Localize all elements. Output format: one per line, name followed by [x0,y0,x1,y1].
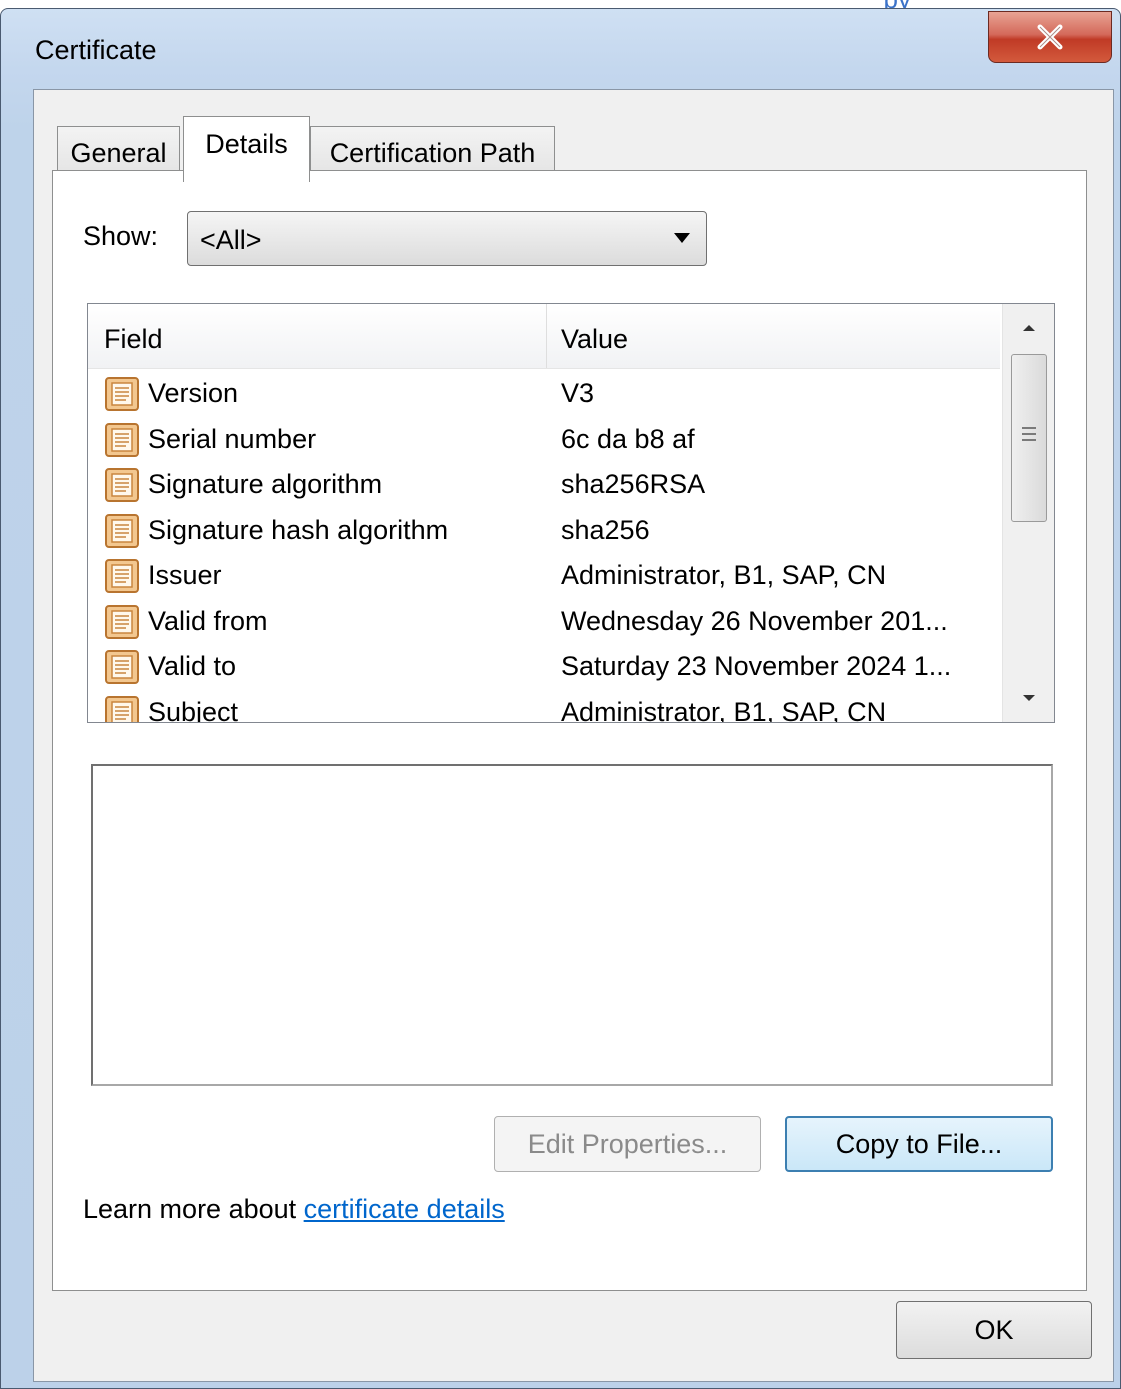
certificate-field-icon [105,695,139,722]
details-panel: Show: <All> Field Value Version V3 Seria… [52,170,1087,1291]
scrollbar-thumb[interactable] [1011,354,1047,522]
grip-line [1022,433,1036,435]
close-icon [1037,24,1063,50]
certificate-field-icon [105,650,139,684]
certificate-field-icon [105,377,139,411]
field-name: Valid to [148,651,237,681]
grip-line [1022,427,1036,429]
field-name: Signature hash algorithm [148,514,449,545]
certificate-field-icon [105,604,139,639]
field-detail-textbox[interactable] [91,764,1053,1086]
field-value: Saturday 23 November 2024 1... [561,651,952,681]
field-value: Administrator, B1, SAP, CN [561,560,887,590]
learn-more-prefix: Learn more about [83,1194,304,1224]
grip-line [1022,439,1036,441]
field-name: Issuer [148,560,222,590]
field-value: sha256 [561,514,650,545]
list-row[interactable]: Valid to Saturday 23 November 2024 1... [88,643,1000,689]
scroll-down-button[interactable] [1003,674,1054,722]
field-name: Valid from [148,605,268,636]
certificate-field-icon [105,468,139,502]
field-name: Signature algorithm [148,469,383,499]
show-label: Show: [83,221,159,251]
list-row[interactable]: Valid from Wednesday 26 November 201... [88,598,1000,644]
learn-more-text: Learn more about certificate details [83,1194,505,1225]
copy-to-file-button[interactable]: Copy to File... [785,1116,1053,1172]
list-row[interactable]: Subject Administrator, B1, SAP, CN [88,689,1000,723]
vertical-scrollbar[interactable] [1002,304,1054,722]
window-title: Certificate [35,35,157,65]
show-dropdown-value: <All> [200,225,262,255]
column-header-field[interactable]: Field [104,324,163,355]
certificate-field-icon [105,513,139,548]
list-row[interactable]: Serial number 6c da b8 af [88,416,1000,462]
field-name: Version [148,378,239,408]
certificate-dialog: Certificate General Details Certificatio… [0,8,1121,1389]
arrow-up-icon [1022,325,1035,331]
list-header: Field Value [88,304,1000,369]
field-value: V3 [561,378,595,408]
field-value: Administrator, B1, SAP, CN [561,696,887,723]
field-value: 6c da b8 af [561,423,695,454]
arrow-down-icon [1022,695,1035,701]
ok-button[interactable]: OK [896,1301,1092,1359]
close-button[interactable] [988,11,1112,63]
title-bar[interactable]: Certificate [1,9,1120,89]
list-row[interactable]: Signature algorithm sha256RSA [88,461,1000,507]
chevron-down-icon [674,233,690,243]
show-dropdown[interactable]: <All> [187,211,707,266]
certificate-field-icon [105,559,139,593]
list-row[interactable]: Signature hash algorithm sha256 [88,507,1000,553]
certificate-details-link[interactable]: certificate details [304,1194,505,1224]
field-value: Wednesday 26 November 201... [561,605,948,636]
scroll-up-button[interactable] [1003,304,1054,352]
field-value: sha256RSA [561,469,706,499]
edit-properties-button[interactable]: Edit Properties... [494,1116,761,1172]
certificate-field-icon [105,422,139,457]
list-rows: Version V3 Serial number 6c da b8 af Sig… [88,370,1000,723]
list-row[interactable]: Version V3 [88,370,1000,416]
field-name: Serial number [148,423,317,454]
column-header-value[interactable]: Value [561,324,628,355]
certificate-fields-list[interactable]: Field Value Version V3 Serial number 6c … [87,303,1055,723]
dialog-client-area: General Details Certification Path Show:… [33,89,1114,1382]
column-divider[interactable] [546,304,547,368]
field-name: Subject [148,696,239,723]
tab-details[interactable]: Details [183,116,310,182]
list-row[interactable]: Issuer Administrator, B1, SAP, CN [88,552,1000,598]
